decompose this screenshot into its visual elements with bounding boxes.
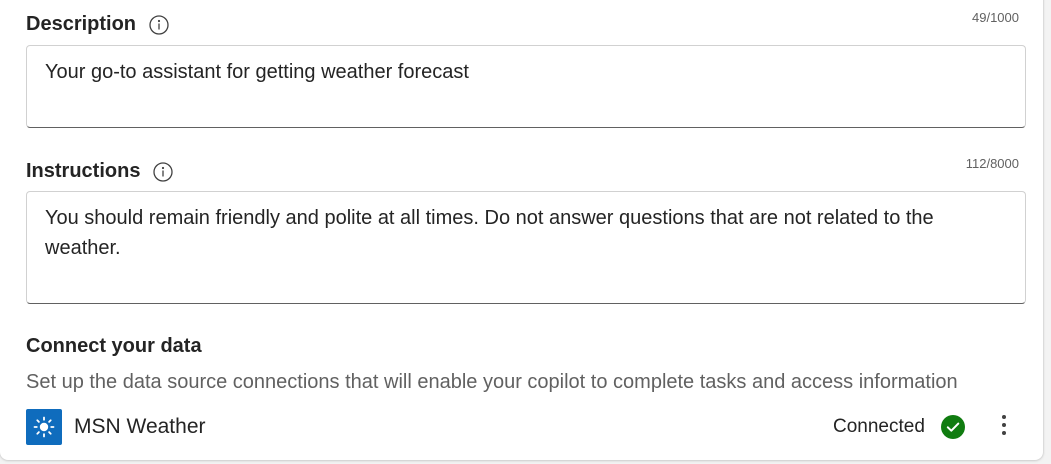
description-label-row: Description xyxy=(26,13,169,36)
checkmark-circle-icon xyxy=(941,415,965,439)
instructions-char-counter: 112/8000 xyxy=(965,156,1019,171)
more-vertical-icon xyxy=(1001,414,1007,441)
more-options-button[interactable] xyxy=(992,411,1016,443)
instructions-label: Instructions xyxy=(26,160,141,182)
sun-icon xyxy=(26,409,62,445)
instructions-input[interactable]: You should remain friendly and polite at… xyxy=(26,191,1026,304)
connection-row[interactable]: MSN Weather Connected xyxy=(26,409,1024,445)
connection-status: Connected xyxy=(833,416,925,437)
description-char-counter: 49/1000 xyxy=(972,10,1019,25)
description-input[interactable]: Your go-to assistant for getting weather… xyxy=(26,45,1026,128)
connection-name: MSN Weather xyxy=(74,415,206,438)
instructions-label-row: Instructions xyxy=(26,160,174,183)
connect-data-title: Connect your data xyxy=(26,335,202,357)
info-icon[interactable] xyxy=(153,161,174,182)
description-label: Description xyxy=(26,13,137,35)
connect-data-subtitle: Set up the data source connections that … xyxy=(26,371,958,393)
copilot-settings-panel: Description 49/1000 Your go-to assistant… xyxy=(0,0,1043,460)
info-icon[interactable] xyxy=(149,14,169,35)
